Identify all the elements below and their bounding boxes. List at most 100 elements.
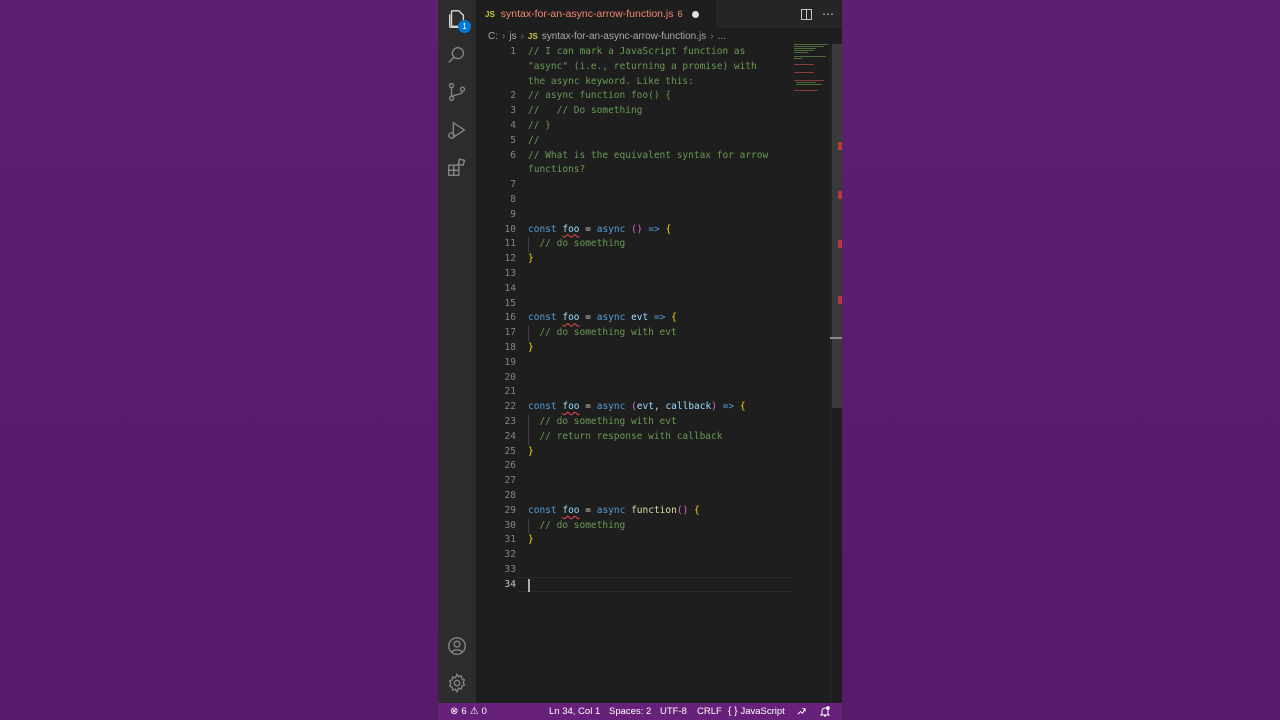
chevron-right-icon: › — [502, 30, 506, 42]
line-number: 25 — [504, 445, 516, 457]
line-number: 4 — [510, 120, 516, 131]
status-bar: ⊗ 6 ⚠ 0 Ln 34, Col 1 Spaces: 2 UTF-8 CRL… — [438, 703, 842, 720]
explorer-icon[interactable]: 1 — [446, 8, 471, 33]
line-number: 12 — [504, 253, 516, 265]
current-line-highlight — [516, 577, 792, 593]
chevron-right-icon: › — [710, 30, 714, 42]
error-count: 6 — [461, 706, 467, 717]
search-icon[interactable] — [446, 44, 468, 66]
end-of-line[interactable]: CRLF — [697, 703, 722, 720]
breadcrumb: C: › js › JS syntax-for-an-async-arrow-f… — [476, 28, 842, 44]
line-number: 34 — [504, 578, 516, 590]
vscode-window: 1 JS syntax-for-an-async-arrow-function.… — [438, 0, 842, 720]
language-mode[interactable]: { } JavaScript — [728, 703, 785, 720]
line-number: 11 — [504, 238, 516, 250]
line-number: 19 — [504, 356, 516, 368]
source-control-icon[interactable] — [446, 81, 468, 103]
line-number: 21 — [504, 386, 516, 398]
account-icon[interactable] — [446, 635, 468, 657]
line-number: 8 — [510, 194, 516, 205]
indentation-setting[interactable]: Spaces: 2 — [609, 703, 651, 720]
code-line: functions? — [528, 164, 586, 176]
line-number: 24 — [504, 430, 516, 442]
chevron-right-icon: › — [520, 30, 524, 42]
tab-problem-count: 6 — [677, 8, 683, 20]
line-number: 31 — [504, 534, 516, 546]
code-line: const foo = async function() { — [528, 504, 700, 516]
line-number: 22 — [504, 401, 516, 413]
code-editor[interactable]: 1 2 3 4 5 6 7 8 9 10 11 12 13 14 15 16 17 18 19 20 21 22 23 24 2… — [476, 44, 842, 703]
code-line: "async" (i.e., returning a promise) with — [528, 60, 757, 72]
error-marker — [838, 191, 842, 199]
error-marker — [838, 142, 842, 150]
code-line: // do something with evt — [528, 327, 677, 339]
problems-indicator[interactable]: ⊗ 6 ⚠ 0 — [450, 703, 487, 720]
breadcrumb-folder[interactable]: js — [509, 31, 516, 42]
error-icon: ⊗ — [450, 706, 459, 717]
more-actions-icon[interactable]: ⋯ — [822, 7, 834, 21]
line-number: 30 — [504, 519, 516, 531]
code-line: const foo = async () => { — [528, 223, 672, 235]
code-line: // // Do something — [528, 105, 643, 117]
line-number: 28 — [504, 490, 516, 501]
code-line: // — [528, 134, 540, 146]
line-number: 9 — [510, 208, 516, 220]
run-debug-icon[interactable] — [446, 119, 468, 141]
indent-guide — [528, 415, 529, 430]
javascript-file-icon: JS — [527, 31, 538, 41]
breadcrumb-drive[interactable]: C: — [488, 31, 498, 42]
indent-guide — [528, 429, 529, 445]
line-number: 13 — [504, 268, 516, 279]
code-line: // do something with evt — [528, 416, 677, 427]
javascript-file-icon: JS — [485, 9, 495, 19]
editor-tab[interactable]: JS syntax-for-an-async-arrow-function.js… — [476, 0, 716, 28]
indent-guide — [528, 237, 529, 253]
notifications-bell-icon[interactable] — [820, 703, 830, 720]
language-label: JavaScript — [740, 706, 785, 717]
breadcrumb-file[interactable]: syntax-for-an-async-arrow-function.js — [542, 31, 707, 42]
tab-bar: JS syntax-for-an-async-arrow-function.js… — [476, 0, 842, 28]
line-number: 3 — [510, 105, 516, 117]
line-number: 17 — [504, 327, 516, 339]
line-number: 29 — [504, 504, 516, 516]
code-line: // What is the equivalent syntax for arr… — [528, 149, 769, 161]
braces-icon: { } — [728, 706, 738, 717]
settings-gear-icon[interactable] — [446, 672, 468, 694]
code-line: const foo = async (evt, callback) => { — [528, 401, 746, 413]
code-line: the async keyword. Like this: — [528, 75, 694, 87]
indent-guide — [528, 326, 529, 341]
extensions-icon[interactable] — [446, 156, 468, 178]
vertical-scrollbar-thumb[interactable] — [832, 44, 842, 408]
code-line: } — [528, 342, 534, 353]
minimap[interactable] — [794, 44, 830, 104]
line-number: 18 — [504, 342, 516, 353]
code-line: // do something — [528, 238, 626, 250]
live-share-icon[interactable] — [796, 703, 807, 720]
error-marker — [838, 296, 842, 304]
line-number: 33 — [504, 564, 516, 575]
code-line: } — [528, 445, 534, 457]
indent-guide — [528, 518, 529, 534]
breadcrumb-ellipsis[interactable]: ... — [718, 31, 726, 42]
code-line: const foo = async evt => { — [528, 312, 677, 324]
line-number: 26 — [504, 460, 516, 472]
line-number: 27 — [504, 475, 516, 487]
code-line: // I can mark a JavaScript function as — [528, 46, 746, 57]
code-line: } — [528, 253, 534, 265]
cursor-position[interactable]: Ln 34, Col 1 — [549, 703, 600, 720]
code-line: } — [528, 534, 534, 546]
code-line: // } — [528, 120, 551, 131]
line-number: 7 — [510, 179, 516, 191]
explorer-badge: 1 — [458, 20, 471, 33]
warning-icon: ⚠ — [469, 706, 479, 717]
unsaved-dot-icon[interactable] — [691, 10, 699, 18]
scroll-position-marker — [830, 337, 842, 339]
line-number: 2 — [510, 90, 516, 102]
text-cursor — [528, 578, 530, 592]
file-encoding[interactable]: UTF-8 — [660, 703, 687, 720]
line-number: 10 — [504, 223, 516, 235]
activity-bar: 1 — [438, 0, 476, 703]
line-number: 5 — [510, 134, 516, 146]
code-line: // do something — [528, 519, 626, 531]
split-editor-icon[interactable] — [801, 8, 812, 20]
